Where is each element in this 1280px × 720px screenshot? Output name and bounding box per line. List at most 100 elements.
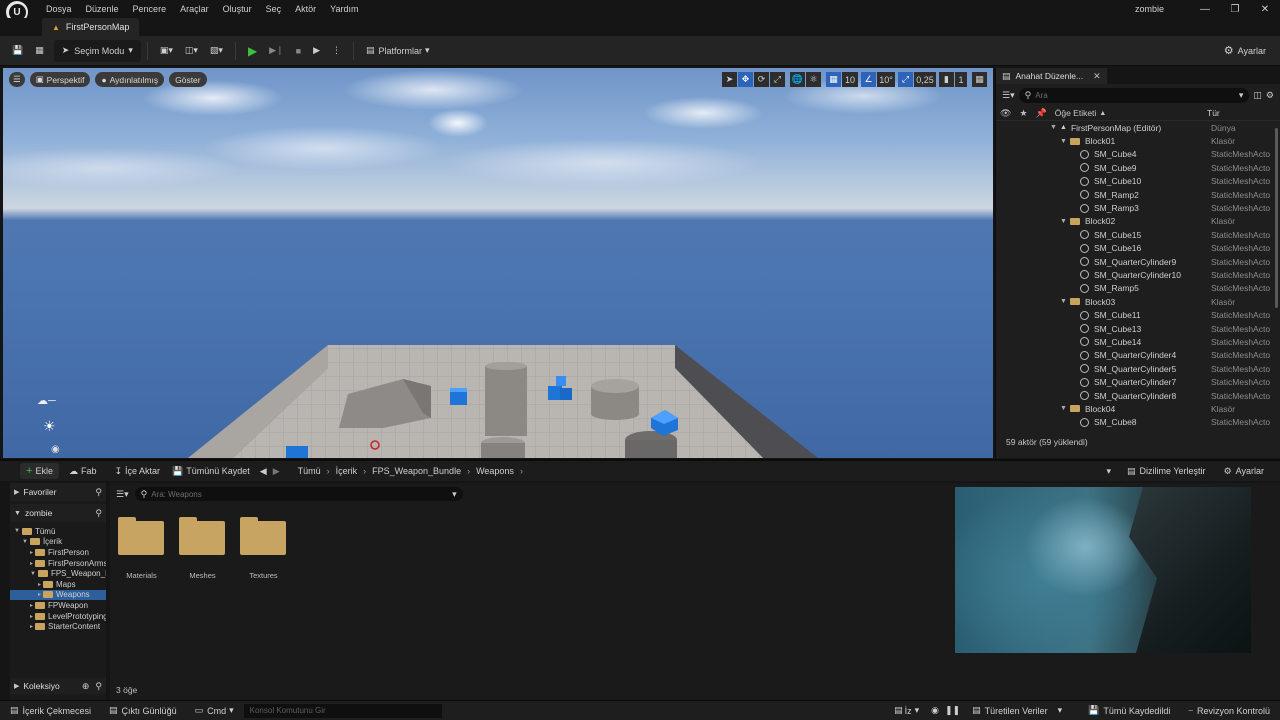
tab-firstpersonmap[interactable]: ▲ FirstPersonMap: [42, 18, 140, 36]
pin-icon[interactable]: 📌: [1036, 108, 1047, 119]
outliner-row[interactable]: SM_Cube13 StaticMeshActo: [996, 322, 1280, 335]
revision-control-button[interactable]: ⎯ Revizyon Kontrolü: [1182, 702, 1276, 720]
folder-tree-item[interactable]: ▼ FPS_Weapon_Bundle: [10, 568, 106, 579]
cb-settings-button[interactable]: ⚙ Ayarlar: [1218, 460, 1270, 482]
outliner-row[interactable]: SM_Cube15 StaticMeshActo: [996, 228, 1280, 241]
collapse-arrow-icon[interactable]: ▼: [1060, 298, 1067, 305]
search-icon[interactable]: ⚲: [95, 487, 102, 498]
restore-icon[interactable]: ❐: [1220, 4, 1250, 15]
platforms-button[interactable]: ▤ Platformlar ▾: [360, 40, 436, 62]
tree-arrow-icon[interactable]: ▸: [38, 581, 41, 588]
add-actor-icon[interactable]: ▣▾: [154, 40, 179, 62]
asset-search-input[interactable]: ⚲ Ara: Weapons ▾: [134, 487, 463, 501]
outliner-row[interactable]: SM_Ramp3 StaticMeshActo: [996, 201, 1280, 214]
menu-yardim[interactable]: Yardım: [330, 4, 358, 14]
folder-tree-item[interactable]: ▸ FirstPerson: [10, 547, 106, 558]
blueprint-icon[interactable]: ◫▾: [179, 40, 204, 62]
filter-icon[interactable]: ☰▾: [1002, 90, 1015, 101]
outliner-row[interactable]: SM_Cube11 StaticMeshActo: [996, 308, 1280, 321]
outliner-row[interactable]: SM_Ramp5 StaticMeshActo: [996, 282, 1280, 295]
all-saved-button[interactable]: 💾 Tümü Kaydedildi: [1082, 702, 1176, 720]
menu-dosya[interactable]: Dosya: [46, 4, 72, 14]
folder-tile-textures[interactable]: Textures: [240, 517, 287, 580]
minimize-icon[interactable]: —: [1190, 4, 1220, 15]
sky-light-icon[interactable]: ☀: [43, 418, 56, 435]
menu-pencere[interactable]: Pencere: [133, 4, 167, 14]
selection-mode-dropdown[interactable]: ➤ Seçim Modu ▾: [53, 39, 141, 62]
folder-tree-item[interactable]: ▸ FirstPersonArms: [10, 558, 106, 569]
tree-arrow-icon[interactable]: ▸: [30, 560, 33, 567]
tree-arrow-icon[interactable]: ▼: [14, 528, 20, 534]
dock-layout-button[interactable]: ▤ Dizilime Yerleştir: [1121, 460, 1212, 482]
tree-arrow-icon[interactable]: ▸: [30, 549, 33, 556]
add-collection-icon[interactable]: ⊕: [82, 681, 90, 692]
project-header[interactable]: ▼ zombie ⚲: [10, 504, 106, 522]
console-input[interactable]: Konsol Komutunu Gir: [243, 703, 442, 718]
save-icon[interactable]: 💾: [6, 40, 29, 62]
outliner-row[interactable]: SM_QuarterCylinder10 StaticMeshActo: [996, 268, 1280, 281]
trace-button[interactable]: ▤ İz ▾: [888, 702, 925, 720]
add-folder-icon[interactable]: ◫: [1253, 90, 1262, 101]
more-options-icon[interactable]: ⋮: [326, 40, 347, 62]
history-forward-icon[interactable]: ▶: [273, 466, 280, 477]
close-icon[interactable]: ✕: [1250, 4, 1280, 15]
outliner-row[interactable]: SM_QuarterCylinder9 StaticMeshActo: [996, 255, 1280, 268]
save-all-button[interactable]: 💾 Tümünü Kaydet: [166, 460, 256, 482]
favorite-icon[interactable]: ★: [1019, 108, 1027, 119]
outliner-row[interactable]: SM_Cube10 StaticMeshActo: [996, 175, 1280, 188]
chevron-down-icon[interactable]: ▾: [1106, 466, 1111, 477]
play-icon[interactable]: ▶: [242, 40, 263, 62]
tree-arrow-icon[interactable]: ▸: [30, 613, 33, 620]
outliner-tab[interactable]: ▤ Anahat Düzenle... ✕: [996, 68, 1107, 84]
breadcrumb-weapons[interactable]: Weapons: [476, 466, 514, 476]
outliner-row[interactable]: SM_Ramp2 StaticMeshActo: [996, 188, 1280, 201]
outliner-row[interactable]: ▼ Block02 Klasör: [996, 215, 1280, 228]
folder-tree-item[interactable]: ▸ FPWeapon: [10, 600, 106, 611]
breadcrumb-fps-weapon-bundle[interactable]: FPS_Weapon_Bundle: [372, 466, 461, 476]
tree-arrow-icon[interactable]: ▼: [30, 571, 36, 577]
record-icon[interactable]: ◉: [931, 705, 939, 716]
pause-icon[interactable]: ❚❚: [945, 705, 960, 716]
launch-icon[interactable]: ▶: [307, 40, 326, 62]
breadcrumb-all[interactable]: Tümü: [298, 466, 321, 476]
step-icon[interactable]: ▶❘: [263, 40, 289, 62]
add-button[interactable]: + Ekle: [20, 463, 59, 479]
collapse-arrow-icon[interactable]: ▼: [1060, 218, 1067, 225]
output-log-button[interactable]: ▤ Çıktı Günlüğü: [103, 702, 183, 720]
outliner-row[interactable]: SM_QuarterCylinder8 StaticMeshActo: [996, 389, 1280, 402]
cmd-dropdown[interactable]: ▭ Cmd ▾: [189, 702, 240, 720]
folder-tree-item[interactable]: ▸ Maps: [10, 579, 106, 590]
menu-duzenle[interactable]: Düzenle: [86, 4, 119, 14]
content-drawer-button[interactable]: ▤ İçerik Çekmecesi: [4, 702, 97, 720]
outliner-row[interactable]: SM_Cube9 StaticMeshActo: [996, 161, 1280, 174]
outliner-scrollbar[interactable]: [1275, 128, 1278, 308]
tree-arrow-icon[interactable]: ▸: [30, 602, 33, 609]
filter-icon[interactable]: ☰▾: [116, 489, 129, 500]
close-tab-icon[interactable]: ✕: [1093, 71, 1101, 82]
col-type-header[interactable]: Tür: [1207, 108, 1220, 118]
stop-icon[interactable]: ■: [290, 40, 307, 62]
folder-tile-meshes[interactable]: Meshes: [179, 517, 226, 580]
derived-data-button[interactable]: ▤ Türetilen Veriler ▾: [966, 702, 1068, 720]
outliner-row[interactable]: ▼ Block04 Klasör: [996, 402, 1280, 415]
tree-arrow-icon[interactable]: ▼: [22, 539, 28, 545]
collapse-arrow-icon[interactable]: ▼: [1050, 124, 1057, 131]
folder-tile-materials[interactable]: Materials: [118, 517, 165, 580]
menu-aktor[interactable]: Aktör: [295, 4, 316, 14]
outliner-row[interactable]: SM_Cube4 StaticMeshActo: [996, 148, 1280, 161]
outliner-row[interactable]: ▼ Block03 Klasör: [996, 295, 1280, 308]
history-back-icon[interactable]: ◀: [260, 466, 267, 477]
outliner-row[interactable]: SM_Cube8 StaticMeshActo: [996, 416, 1280, 429]
tree-arrow-icon[interactable]: ▸: [38, 591, 41, 598]
folder-tree-item[interactable]: ▼ İçerik: [10, 537, 106, 548]
folder-tree-item[interactable]: ▸ LevelPrototyping: [10, 611, 106, 622]
tree-arrow-icon[interactable]: ▸: [30, 623, 33, 630]
collapse-arrow-icon[interactable]: ▼: [1060, 138, 1067, 145]
outliner-row[interactable]: ▼ Block01 Klasör: [996, 134, 1280, 147]
collections-header[interactable]: ▶ Koleksiyo ⊕ ⚲: [10, 678, 106, 694]
outliner-row[interactable]: SM_Cube14 StaticMeshActo: [996, 335, 1280, 348]
visibility-icon[interactable]: 👁: [1000, 108, 1011, 119]
outliner-row[interactable]: SM_QuarterCylinder5 StaticMeshActo: [996, 362, 1280, 375]
folder-tree-item[interactable]: ▼ Tümü: [10, 526, 106, 537]
search-icon[interactable]: ⚲: [95, 508, 102, 519]
